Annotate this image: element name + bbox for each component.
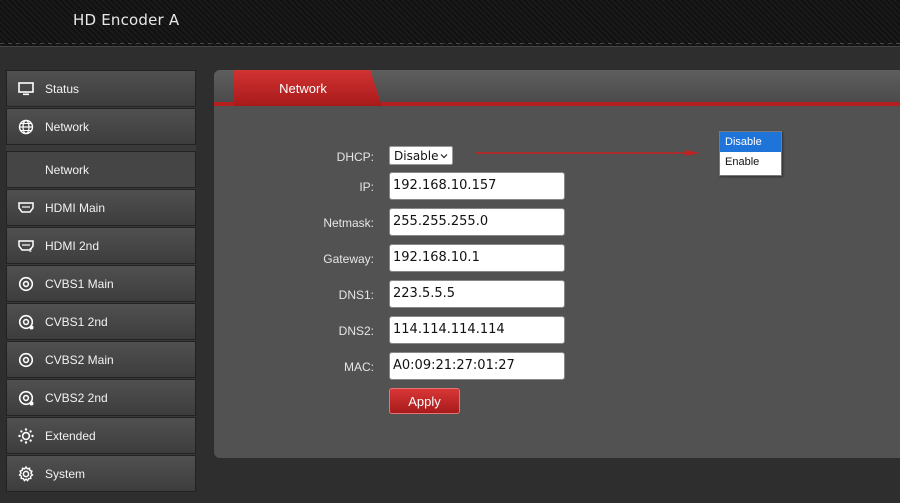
sidebar-item-label: Status (45, 81, 80, 96)
dns1-label-wrap: DNS1: (274, 280, 374, 310)
sidebar-item-label: CVBS1 Main (45, 276, 114, 291)
sidebar-item-network[interactable]: Network (6, 108, 196, 145)
mac-label: MAC: (344, 360, 374, 374)
dhcp-select-value: Disable (394, 148, 439, 163)
rca-port-icon (7, 304, 45, 339)
dns2-label-wrap: DNS2: (274, 316, 374, 346)
monitor-icon (7, 71, 45, 106)
sun-gear-icon (7, 418, 45, 453)
dhcp-dropdown-list: Disable Enable (719, 131, 782, 176)
dns2-field[interactable]: 114.114.114.114 (389, 316, 565, 344)
netmask-label: Netmask: (323, 216, 374, 230)
sidebar-item-system[interactable]: System (6, 455, 196, 492)
sidebar-item-label: CVBS1 2nd (45, 314, 108, 329)
gateway-row: Gateway: 192.168.10.1 (214, 244, 900, 274)
netmask-row: Netmask: 255.255.255.0 (214, 208, 900, 238)
app-title: HD Encoder A (73, 11, 180, 29)
dns1-label: DNS1: (338, 288, 374, 302)
dns1-field[interactable]: 223.5.5.5 (389, 280, 565, 308)
header-divider (0, 43, 900, 44)
sidebar-item-cvbs2-main[interactable]: CVBS2 Main (6, 341, 196, 378)
sidebar-item-label: System (45, 466, 86, 481)
tab-bar: Network (214, 70, 900, 106)
mac-row: MAC: A0:09:21:27:01:27 (214, 352, 900, 382)
dhcp-select[interactable]: Disable (389, 146, 453, 165)
sidebar-item-label: CVBS2 Main (45, 352, 114, 367)
sidebar: Status Network Network HDMI Main 2 HDMI … (6, 70, 196, 492)
dns2-row: DNS2: 114.114.114.114 (214, 316, 900, 346)
sidebar-item-label: HDMI Main (45, 200, 106, 215)
tab-network[interactable]: Network (234, 70, 382, 106)
dns2-label: DNS2: (338, 324, 374, 338)
sidebar-item-label: Network (45, 119, 90, 134)
sidebar-item-label: Network (45, 162, 90, 177)
app-header: HD Encoder A (0, 0, 900, 47)
sidebar-item-label: Extended (45, 428, 96, 443)
dropdown-option-enable[interactable]: Enable (720, 152, 781, 172)
globe-icon (7, 109, 45, 144)
sidebar-item-cvbs2-2nd[interactable]: CVBS2 2nd (6, 379, 196, 416)
gateway-field[interactable]: 192.168.10.1 (389, 244, 565, 272)
sidebar-item-cvbs1-main[interactable]: CVBS1 Main (6, 265, 196, 302)
sidebar-item-cvbs1-2nd[interactable]: CVBS1 2nd (6, 303, 196, 340)
dhcp-label-wrap: DHCP: (274, 142, 374, 172)
mac-field[interactable]: A0:09:21:27:01:27 (389, 352, 565, 380)
annotation-arrow-icon (475, 150, 700, 156)
sidebar-item-extended[interactable]: Extended (6, 417, 196, 454)
mac-label-wrap: MAC: (274, 352, 374, 382)
dns1-row: DNS1: 223.5.5.5 (214, 280, 900, 310)
gateway-label: Gateway: (323, 252, 374, 266)
ip-label-wrap: IP: (274, 172, 374, 202)
gateway-label-wrap: Gateway: (274, 244, 374, 274)
rca-port-icon (7, 380, 45, 415)
hdmi-port-icon: 2 (7, 228, 45, 263)
sidebar-item-status[interactable]: Status (6, 70, 196, 107)
dhcp-label: DHCP: (336, 150, 374, 164)
sidebar-item-hdmi-2nd[interactable]: 2 HDMI 2nd (6, 227, 196, 264)
svg-text:2: 2 (29, 248, 32, 252)
rca-port-icon (7, 266, 45, 301)
sidebar-item-hdmi-main[interactable]: HDMI Main (6, 189, 196, 226)
network-panel: Network DHCP: Disable IP: 192.168.10.157… (214, 70, 900, 458)
chevron-down-icon (440, 153, 448, 158)
dhcp-row: DHCP: Disable (214, 142, 900, 172)
rca-port-icon (7, 342, 45, 377)
netmask-label-wrap: Netmask: (274, 208, 374, 238)
hdmi-port-icon (7, 190, 45, 225)
apply-button[interactable]: Apply (389, 388, 460, 414)
sidebar-item-label: CVBS2 2nd (45, 390, 108, 405)
ip-label: IP: (359, 180, 374, 194)
netmask-field[interactable]: 255.255.255.0 (389, 208, 565, 236)
ip-row: IP: 192.168.10.157 (214, 172, 900, 202)
sidebar-subitem-network[interactable]: Network (6, 151, 196, 188)
tab-label: Network (279, 80, 327, 96)
sidebar-item-label: HDMI 2nd (45, 238, 100, 253)
gear-icon (7, 456, 45, 491)
dropdown-option-disable[interactable]: Disable (720, 132, 781, 152)
ip-field[interactable]: 192.168.10.157 (389, 172, 565, 200)
